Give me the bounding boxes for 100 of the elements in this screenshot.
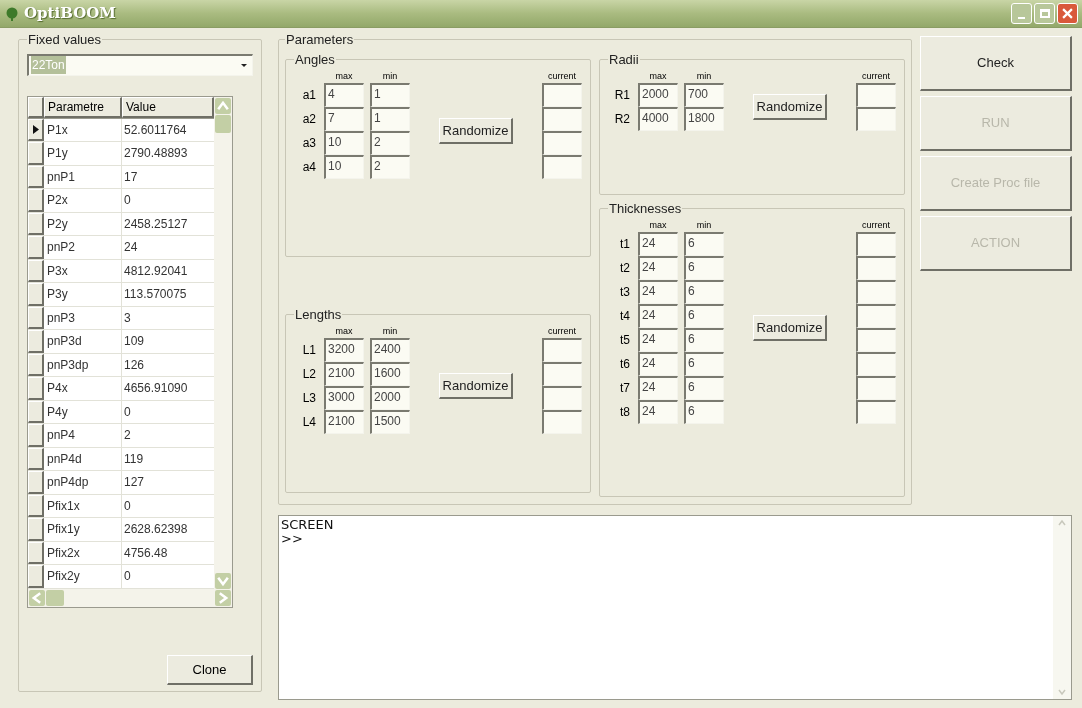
text-field[interactable]: 6 — [684, 256, 724, 280]
text-field[interactable]: 24 — [638, 328, 678, 352]
text-field[interactable] — [856, 400, 896, 424]
row-selector[interactable] — [28, 118, 44, 141]
text-field[interactable] — [542, 107, 582, 131]
text-field[interactable] — [856, 328, 896, 352]
text-field[interactable] — [856, 352, 896, 376]
column-header: max — [334, 69, 354, 83]
text-field[interactable]: 24 — [638, 232, 678, 256]
column-header: min — [381, 324, 399, 338]
text-field[interactable]: 2 — [370, 131, 410, 155]
text-field[interactable]: 24 — [638, 352, 678, 376]
randomize-button[interactable]: Randomize — [752, 94, 828, 120]
column-header: current — [547, 69, 577, 83]
text-field[interactable]: 4000 — [638, 107, 678, 131]
scroll-thumb[interactable] — [215, 114, 231, 133]
text-field[interactable]: 6 — [684, 232, 724, 256]
text-field[interactable]: 24 — [638, 304, 678, 328]
action-button[interactable]: Check — [920, 36, 1072, 91]
row-label: t2 — [619, 260, 631, 277]
text-field[interactable]: 10 — [324, 131, 364, 155]
text-field[interactable] — [542, 155, 582, 179]
table-cell: P4x — [44, 377, 122, 400]
console-line: SCREEN — [281, 518, 335, 532]
randomize-button[interactable]: Randomize — [752, 315, 828, 341]
row-label: t5 — [619, 332, 631, 349]
row-label: t8 — [619, 404, 631, 421]
text-field[interactable]: 6 — [684, 328, 724, 352]
scroll-thumb[interactable] — [46, 589, 64, 606]
text-field[interactable]: 3200 — [324, 338, 364, 362]
text-field[interactable] — [542, 131, 582, 155]
table-cell: pnP3dp — [44, 353, 122, 376]
text-field[interactable] — [856, 107, 896, 131]
text-field[interactable]: 1500 — [370, 410, 410, 434]
text-field[interactable]: 7 — [324, 107, 364, 131]
text-field[interactable]: 6 — [684, 352, 724, 376]
text-field[interactable]: 2 — [370, 155, 410, 179]
text-field[interactable] — [856, 280, 896, 304]
table-cell: Pfix2x — [44, 541, 122, 564]
table-cell-text: 119 — [123, 450, 145, 468]
column-header: max — [648, 69, 668, 83]
table-cell-text: 3 — [123, 309, 132, 327]
text-field[interactable] — [856, 376, 896, 400]
text-field[interactable]: 2400 — [370, 338, 410, 362]
column-header[interactable]: Parametre — [44, 96, 122, 118]
text-field[interactable]: 6 — [684, 376, 724, 400]
text-field[interactable]: 2100 — [324, 410, 364, 434]
text-field[interactable]: 24 — [638, 376, 678, 400]
text-field[interactable] — [542, 386, 582, 410]
randomize-button[interactable]: Randomize — [438, 373, 514, 399]
window-title: OptiBOOM — [24, 3, 116, 25]
row-label: a2 — [301, 111, 317, 128]
text-field[interactable] — [856, 304, 896, 328]
column-header: max — [334, 324, 354, 338]
column-header: current — [861, 218, 891, 232]
text-field[interactable]: 2000 — [638, 83, 678, 107]
text-field[interactable]: 4 — [324, 83, 364, 107]
text-field[interactable]: 24 — [638, 400, 678, 424]
text-field[interactable]: 1 — [370, 83, 410, 107]
row-label: a1 — [301, 87, 317, 104]
group-title: Thicknesses — [608, 199, 683, 218]
text-field[interactable] — [542, 83, 582, 107]
text-field[interactable]: 1800 — [684, 107, 724, 131]
console-area[interactable]: SCREEN >> — [278, 515, 1072, 700]
table-cell-text: 0 — [123, 403, 132, 421]
table-cell: pnP1 — [44, 165, 122, 188]
column-header[interactable]: Value — [122, 96, 214, 118]
text-field[interactable]: 6 — [684, 280, 724, 304]
clone-button[interactable]: Clone — [167, 655, 253, 685]
row-label: L1 — [301, 342, 317, 359]
text-field[interactable] — [542, 362, 582, 386]
text-field[interactable]: 6 — [684, 400, 724, 424]
text-field[interactable]: 1600 — [370, 362, 410, 386]
column-header: current — [547, 324, 577, 338]
current-row-icon — [32, 124, 39, 134]
text-field[interactable]: 2100 — [324, 362, 364, 386]
text-field[interactable]: 24 — [638, 256, 678, 280]
text-field[interactable] — [542, 410, 582, 434]
text-field[interactable]: 700 — [684, 83, 724, 107]
column-header: min — [381, 69, 399, 83]
text-field[interactable]: 6 — [684, 304, 724, 328]
text-field[interactable]: 2000 — [370, 386, 410, 410]
text-field[interactable]: 24 — [638, 280, 678, 304]
group-title: Parameters — [285, 31, 355, 49]
close-icon[interactable] — [1062, 8, 1073, 19]
text-field[interactable] — [542, 338, 582, 362]
text-field[interactable] — [856, 83, 896, 107]
randomize-button[interactable]: Randomize — [438, 118, 514, 144]
table-cell: Pfix1y — [44, 518, 122, 541]
text-field[interactable] — [856, 256, 896, 280]
close-button[interactable] — [1057, 3, 1078, 24]
text-field[interactable] — [856, 232, 896, 256]
text-field[interactable]: 10 — [324, 155, 364, 179]
row-label: L2 — [301, 366, 317, 383]
vertical-scrollbar[interactable] — [214, 96, 232, 589]
text-field[interactable]: 1 — [370, 107, 410, 131]
text-field[interactable]: 3000 — [324, 386, 364, 410]
table-cell: P2x — [44, 189, 122, 212]
table-cell-text: 2790.48893 — [123, 145, 189, 162]
group-title: Radii — [608, 50, 640, 69]
